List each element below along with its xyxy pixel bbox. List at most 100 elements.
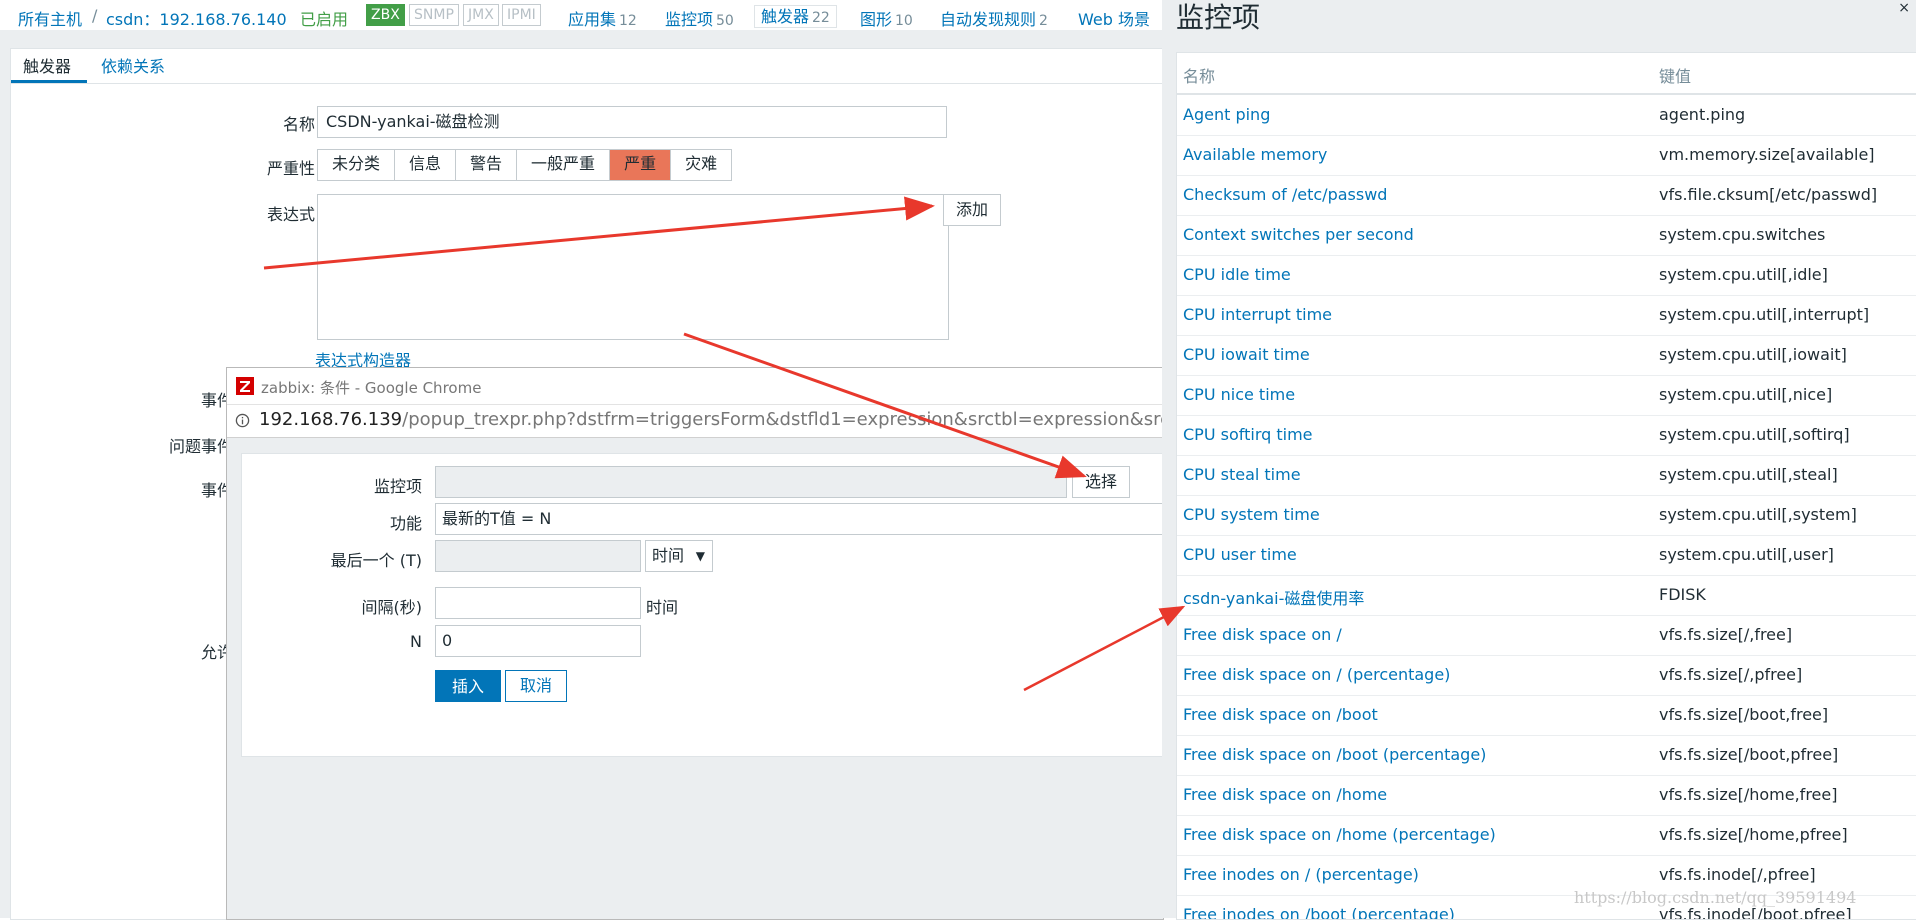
time-unit-select[interactable]: 时间 ▼ bbox=[645, 540, 713, 572]
severity-high[interactable]: 严重 bbox=[610, 150, 672, 180]
table-row[interactable]: CPU nice time system.cpu.util[,nice] bbox=[1177, 375, 1916, 416]
close-icon[interactable]: × bbox=[1898, 0, 1910, 16]
table-row[interactable]: Checksum of /etc/passwd vfs.file.cksum[/e… bbox=[1177, 175, 1916, 216]
trigger-form-area: 所有主机 / csdn：192.168.76.140 已启用 ZBX SNMP … bbox=[0, 0, 1230, 920]
table-row[interactable]: CPU idle time system.cpu.util[,idle] bbox=[1177, 255, 1916, 296]
popup-titlebar[interactable]: zabbix: 条件 - Google Chrome bbox=[227, 368, 1163, 404]
nav-web-scenarios[interactable]: Web 场景 bbox=[1078, 6, 1150, 30]
item-name-link[interactable]: csdn-yankai-磁盘使用率 bbox=[1183, 585, 1364, 609]
tab-trigger[interactable]: 触发器 bbox=[23, 53, 71, 77]
item-name-link[interactable]: Checksum of /etc/passwd bbox=[1183, 185, 1387, 204]
active-tab-underline bbox=[11, 80, 87, 83]
last-t-input[interactable] bbox=[435, 540, 641, 572]
severity-information[interactable]: 信息 bbox=[395, 150, 457, 180]
table-row[interactable]: CPU system time system.cpu.util[,system] bbox=[1177, 495, 1916, 536]
item-key: vm.memory.size[available] bbox=[1659, 145, 1875, 164]
trigger-name-input[interactable]: CSDN-yankai-磁盘检测 bbox=[317, 106, 947, 138]
item-name-link[interactable]: Free disk space on /home (percentage) bbox=[1183, 825, 1496, 844]
table-row[interactable]: Free disk space on / (percentage) vfs.fs.… bbox=[1177, 655, 1916, 696]
nav-graphs[interactable]: 图形 10 bbox=[860, 6, 913, 30]
dropdown-caret-icon: ▼ bbox=[695, 549, 705, 563]
snmp-badge: SNMP bbox=[409, 4, 459, 26]
item-key: system.cpu.util[,interrupt] bbox=[1659, 305, 1870, 324]
nav-triggers[interactable]: 触发器 22 bbox=[754, 3, 837, 28]
severity-average[interactable]: 一般严重 bbox=[517, 150, 611, 180]
select-item-button[interactable]: 选择 bbox=[1072, 466, 1131, 498]
item-key: vfs.fs.inode[/,pfree] bbox=[1659, 865, 1816, 884]
item-key: vfs.fs.size[/,pfree] bbox=[1659, 665, 1803, 684]
table-row[interactable]: Free disk space on / vfs.fs.size[/,free] bbox=[1177, 615, 1916, 656]
item-name-link[interactable]: CPU interrupt time bbox=[1183, 305, 1332, 324]
interval-unit-label: 时间 bbox=[646, 598, 679, 617]
n-label: N bbox=[410, 632, 422, 651]
item-name-link[interactable]: Free disk space on / bbox=[1183, 625, 1342, 644]
popup-url: 192.168.76.139/popup_trexpr.php?dstfrm=t… bbox=[259, 409, 1230, 430]
severity-warning[interactable]: 警告 bbox=[456, 150, 518, 180]
item-input[interactable] bbox=[435, 466, 1067, 498]
item-name-link[interactable]: CPU steal time bbox=[1183, 465, 1301, 484]
tab-dependencies[interactable]: 依赖关系 bbox=[101, 53, 165, 77]
item-key: system.cpu.util[,system] bbox=[1659, 505, 1857, 524]
table-row[interactable]: Free disk space on /boot vfs.fs.size[/boo… bbox=[1177, 695, 1916, 736]
table-row[interactable]: Free disk space on /boot (percentage) vfs… bbox=[1177, 735, 1916, 776]
item-name-link[interactable]: CPU system time bbox=[1183, 505, 1320, 524]
table-row[interactable]: Free disk space on /home (percentage) vfs… bbox=[1177, 815, 1916, 856]
column-key-header: 键值 bbox=[1659, 67, 1692, 86]
add-expression-button[interactable]: 添加 bbox=[943, 194, 1002, 226]
table-row[interactable]: CPU iowait time system.cpu.util[,iowait] bbox=[1177, 335, 1916, 376]
host-status[interactable]: 已启用 bbox=[300, 6, 348, 30]
cancel-button[interactable]: 取消 bbox=[505, 670, 568, 702]
table-row[interactable]: CPU user time system.cpu.util[,user] bbox=[1177, 535, 1916, 576]
nav-applications-label: 应用集 bbox=[568, 10, 617, 29]
insert-button[interactable]: 插入 bbox=[435, 670, 502, 702]
watermark: https://blog.csdn.net/qq_39591494 bbox=[1574, 888, 1857, 907]
item-name-link[interactable]: CPU idle time bbox=[1183, 265, 1291, 284]
problem-event-label: 问题事件 bbox=[169, 437, 234, 456]
table-row[interactable]: CPU interrupt time system.cpu.util[,inter… bbox=[1177, 295, 1916, 336]
function-select[interactable]: 最新的T值 = N bbox=[435, 503, 1175, 535]
n-input[interactable]: 0 bbox=[435, 625, 641, 657]
item-name-link[interactable]: Free disk space on /home bbox=[1183, 785, 1387, 804]
nav-discovery-label: 自动发现规则 bbox=[940, 10, 1037, 29]
table-row[interactable]: Free disk space on /home vfs.fs.size[/hom… bbox=[1177, 775, 1916, 816]
item-name-link[interactable]: CPU iowait time bbox=[1183, 345, 1310, 364]
table-row[interactable]: Available memory vm.memory.size[available… bbox=[1177, 135, 1916, 176]
item-key: system.cpu.util[,steal] bbox=[1659, 465, 1838, 484]
item-name-link[interactable]: Free disk space on / (percentage) bbox=[1183, 665, 1450, 684]
info-icon[interactable] bbox=[235, 413, 250, 428]
table-row[interactable]: Context switches per second system.cpu.sw… bbox=[1177, 215, 1916, 256]
item-key: system.cpu.util[,idle] bbox=[1659, 265, 1828, 284]
item-name-link[interactable]: CPU user time bbox=[1183, 545, 1297, 564]
item-name-link[interactable]: Agent ping bbox=[1183, 105, 1270, 124]
nav-applications[interactable]: 应用集 12 bbox=[568, 6, 637, 30]
jmx-badge: JMX bbox=[463, 4, 499, 26]
function-label: 功能 bbox=[389, 514, 422, 533]
item-name-link[interactable]: CPU softirq time bbox=[1183, 425, 1313, 444]
item-name-link[interactable]: Free disk space on /boot bbox=[1183, 705, 1378, 724]
expression-textarea[interactable] bbox=[317, 194, 949, 340]
nav-items[interactable]: 监控项 50 bbox=[665, 6, 734, 30]
item-key: system.cpu.util[,iowait] bbox=[1659, 345, 1847, 364]
item-key: vfs.fs.size[/home,pfree] bbox=[1659, 825, 1848, 844]
popup-address-bar[interactable]: 192.168.76.139/popup_trexpr.php?dstfrm=t… bbox=[227, 404, 1230, 438]
url-host: 192.168.76.139 bbox=[259, 409, 403, 430]
nav-discovery-rules[interactable]: 自动发现规则 2 bbox=[940, 6, 1048, 30]
item-name-link[interactable]: Free inodes on / (percentage) bbox=[1183, 865, 1419, 884]
breadcrumb-host[interactable]: csdn：192.168.76.140 bbox=[106, 6, 287, 30]
item-name-link[interactable]: Free disk space on /boot (percentage) bbox=[1183, 745, 1486, 764]
item-name-link[interactable]: Context switches per second bbox=[1183, 225, 1414, 244]
severity-not-classified[interactable]: 未分类 bbox=[318, 150, 396, 180]
interval-input[interactable] bbox=[435, 587, 641, 619]
column-name-header[interactable]: 名称 bbox=[1183, 63, 1215, 87]
item-name-link[interactable]: CPU nice time bbox=[1183, 385, 1295, 404]
table-row[interactable]: Agent ping agent.ping bbox=[1177, 95, 1916, 136]
name-label: 名称 bbox=[282, 115, 315, 134]
item-name-link[interactable]: Available memory bbox=[1183, 145, 1327, 164]
condition-popup-window: zabbix: 条件 - Google Chrome 192.168.76.13… bbox=[226, 367, 1230, 920]
table-row[interactable]: CPU steal time system.cpu.util[,steal] bbox=[1177, 455, 1916, 496]
table-row[interactable]: csdn-yankai-磁盘使用率 FDISK bbox=[1177, 575, 1916, 616]
severity-disaster[interactable]: 灾难 bbox=[671, 150, 732, 180]
item-label: 监控项 bbox=[373, 477, 422, 496]
breadcrumb-all-hosts[interactable]: 所有主机 bbox=[18, 6, 82, 30]
table-row[interactable]: CPU softirq time system.cpu.util[,softirq… bbox=[1177, 415, 1916, 456]
